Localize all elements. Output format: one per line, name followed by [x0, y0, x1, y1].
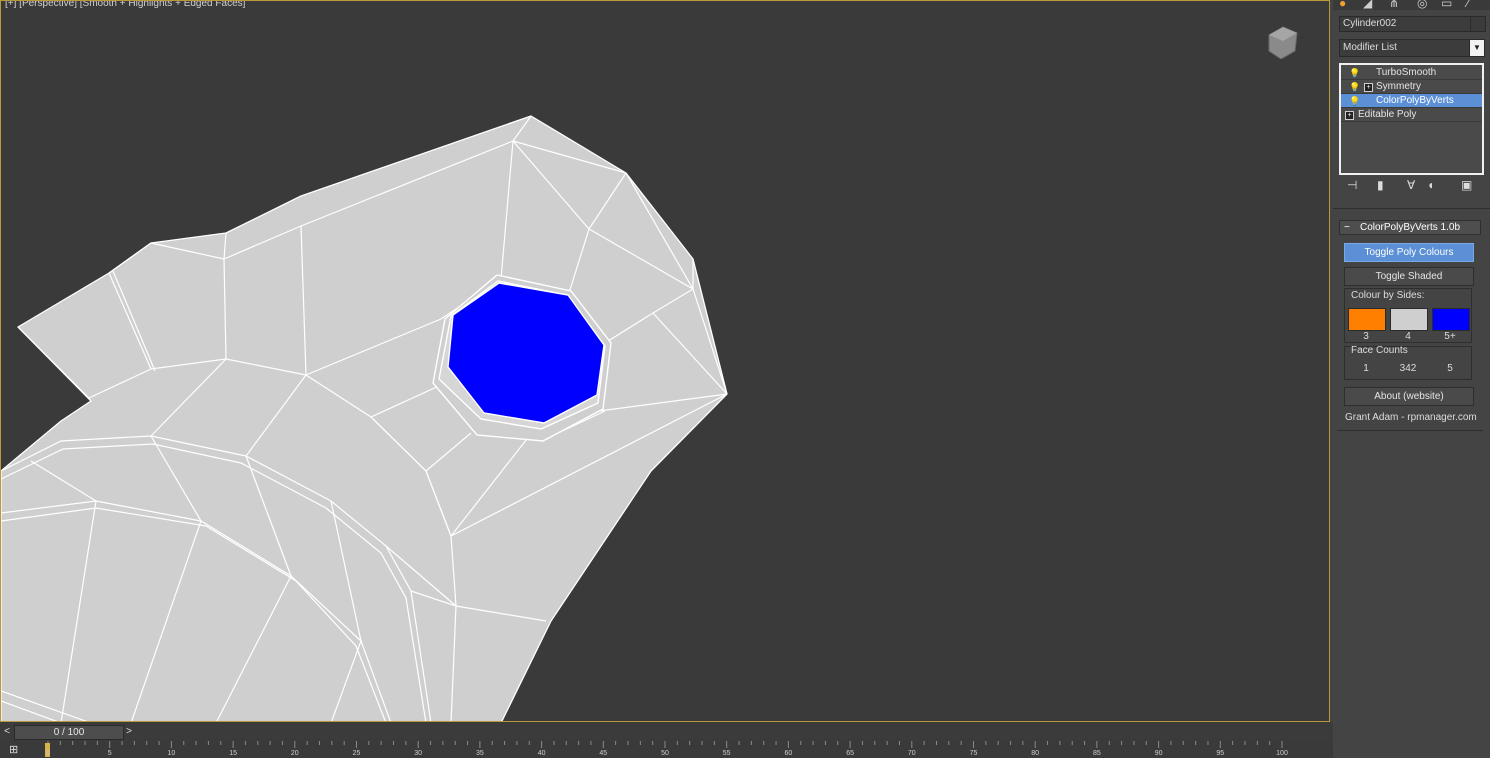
colour-by-sides-group: Colour by Sides: 3 4 5+: [1344, 288, 1472, 343]
ruler-tick-label: 65: [846, 750, 854, 757]
stack-item-editable-poly[interactable]: + Editable Poly: [1341, 108, 1482, 122]
pin-stack-icon[interactable]: ⊣: [1347, 178, 1357, 192]
panel-tabs: ● ◢ ⋔ ◎ ▭ ⁄: [1333, 0, 1490, 10]
configure-modifier-sets-icon[interactable]: ▣: [1461, 178, 1472, 192]
viewcube[interactable]: [1265, 23, 1298, 59]
swatch-label: 3: [1363, 331, 1369, 342]
modifier-list-dropdown[interactable]: Modifier List: [1339, 39, 1474, 57]
lightbulb-icon[interactable]: 💡: [1349, 95, 1360, 108]
lightbulb-icon[interactable]: 💡: [1349, 67, 1360, 80]
mesh-silhouette: [1, 115, 728, 721]
rollout-border: [1337, 430, 1483, 431]
ruler-tick-label: 10: [167, 750, 176, 757]
modify-icon[interactable]: ◢: [1363, 0, 1372, 10]
ruler-tick-label: 40: [537, 750, 546, 757]
rollout-header[interactable]: − ColorPolyByVerts 1.0b: [1339, 220, 1481, 235]
about-website-button[interactable]: About (website): [1344, 387, 1474, 406]
ruler-tick-label: 20: [290, 750, 299, 757]
face-count-value: 1: [1363, 363, 1369, 374]
face-counts-group: Face Counts 1 342 5: [1344, 345, 1472, 380]
ruler-tick-label: 100: [1276, 750, 1288, 757]
ruler-tick-label: 60: [784, 750, 793, 757]
ruler-tick-label: 75: [969, 750, 978, 757]
expand-icon[interactable]: +: [1364, 83, 1373, 92]
lightbulb-icon[interactable]: 💡: [1349, 81, 1360, 94]
ruler-tick-label: 0: [46, 750, 50, 757]
object-name-field[interactable]: [1339, 16, 1471, 32]
utilities-icon[interactable]: ⁄: [1467, 0, 1469, 10]
ruler-tick-label: 30: [414, 750, 423, 757]
time-next-button[interactable]: >: [123, 726, 135, 738]
display-icon[interactable]: ▭: [1441, 0, 1452, 10]
panel-divider: [1333, 208, 1490, 209]
ruler-tick-label: 45: [599, 750, 608, 757]
swatch-label: 4: [1405, 331, 1411, 342]
ruler-tick-label: 80: [1031, 750, 1040, 757]
swatch-4-sides[interactable]: [1390, 308, 1428, 331]
command-panel: ● ◢ ⋔ ◎ ▭ ⁄ Modifier List ▼ 💡 TurboSmoot…: [1333, 0, 1490, 758]
mesh-view[interactable]: [1, 1, 1330, 722]
ruler-tick-label: 15: [229, 750, 237, 757]
swatch-label: 5+: [1444, 331, 1456, 342]
ruler-tick-label: 90: [1154, 750, 1163, 757]
ruler-tick-label: 55: [722, 750, 731, 757]
perspective-viewport[interactable]: [+] [Perspective] [Smooth + Highlights +…: [0, 0, 1330, 722]
timeline: < 0 / 100 > ⊞ 0 5 10 15 20 25 30 35 40 45 50 55 60 65…: [0, 722, 1333, 758]
chevron-down-icon[interactable]: ▼: [1469, 39, 1485, 57]
stack-toolbar: ⊣ ▮ ∀ ◖ ▣: [1339, 178, 1485, 196]
ruler-tick-label: 25: [352, 750, 361, 757]
colour-by-sides-title: Colour by Sides:: [1351, 290, 1425, 301]
make-unique-icon[interactable]: ∀: [1407, 178, 1415, 192]
frame-ruler[interactable]: ⊞ 0 5 10 15 20 25 30 35 40 45 50 55 60 65 70 75 80 85 90 95…: [0, 741, 1333, 758]
face-count-value: 342: [1399, 363, 1417, 374]
ruler-tick-label: 5: [107, 750, 112, 757]
face-counts-title: Face Counts: [1351, 345, 1408, 356]
modifier-stack[interactable]: 💡 TurboSmooth 💡 + Symmetry 💡 ColorPolyBy…: [1339, 63, 1484, 175]
ruler-tick-label: 85: [1092, 750, 1101, 757]
face-count-value: 5: [1447, 363, 1453, 374]
ruler-tick-label: 95: [1216, 750, 1225, 757]
show-end-result-icon[interactable]: ▮: [1377, 178, 1384, 192]
stack-item-symmetry[interactable]: 💡 + Symmetry: [1341, 80, 1482, 94]
toggle-shaded-button[interactable]: Toggle Shaded: [1344, 267, 1474, 286]
viewport-label[interactable]: [+] [Perspective] [Smooth + Highlights +…: [5, 1, 245, 9]
motion-icon[interactable]: ◎: [1417, 0, 1427, 10]
remove-modifier-icon[interactable]: ◖: [1427, 178, 1434, 192]
ruler-tick-label: 35: [475, 750, 484, 757]
ruler-tick-label: 70: [907, 750, 916, 757]
time-prev-button[interactable]: <: [1, 726, 13, 738]
object-color-swatch[interactable]: [1470, 16, 1486, 32]
stack-item-turbosmooth[interactable]: 💡 TurboSmooth: [1341, 66, 1482, 80]
swatch-5plus-sides[interactable]: [1432, 308, 1470, 331]
ruler-tick-label: 50: [661, 750, 669, 757]
collapse-icon[interactable]: −: [1344, 221, 1350, 234]
swatch-3-sides[interactable]: [1348, 308, 1386, 331]
credit-text: Grant Adam - rpmanager.com: [1345, 412, 1477, 423]
hierarchy-icon[interactable]: ⋔: [1389, 0, 1399, 10]
expand-icon[interactable]: +: [1345, 111, 1354, 120]
toggle-poly-colours-button[interactable]: Toggle Poly Colours: [1344, 243, 1474, 262]
key-filter-icon[interactable]: ⊞: [9, 743, 18, 756]
time-slider[interactable]: 0 / 100: [14, 725, 124, 740]
create-icon[interactable]: ●: [1339, 0, 1346, 10]
stack-item-colorpolybyverts[interactable]: 💡 ColorPolyByVerts: [1341, 94, 1482, 108]
